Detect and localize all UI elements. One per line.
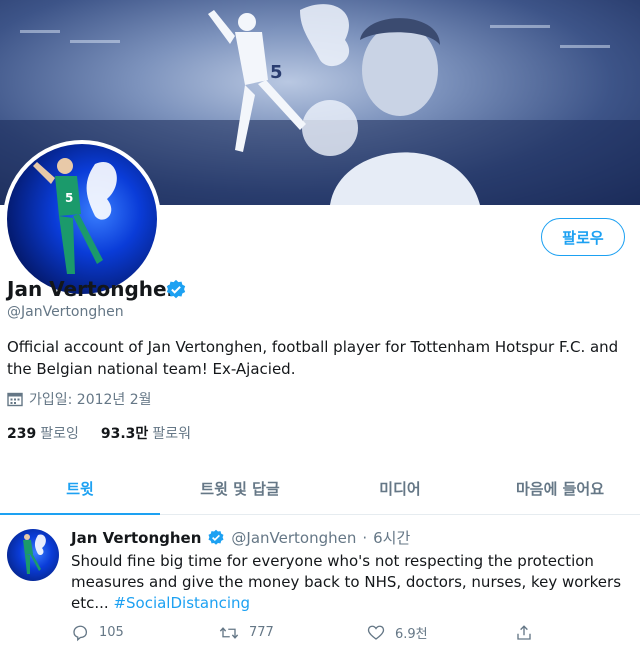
- followers-stat[interactable]: 93.3만 팔로워: [101, 423, 191, 443]
- tweet-header: Jan Vertonghen @JanVertonghen · 6시간: [71, 527, 410, 548]
- share-icon: [517, 624, 531, 640]
- followers-label: 팔로워: [152, 426, 191, 442]
- tab-tweets-and-replies[interactable]: 트윗 및 답글: [160, 462, 320, 514]
- tweet-item[interactable]: Jan Vertonghen @JanVertonghen · 6시간 Shou…: [0, 515, 640, 656]
- avatar-artwork: 5: [33, 158, 117, 274]
- reply-count: 105: [99, 625, 124, 640]
- tab-media[interactable]: 미디어: [320, 462, 480, 514]
- svg-text:5: 5: [270, 62, 283, 83]
- reply-icon: [73, 625, 88, 641]
- tweet-author-handle[interactable]: @JanVertonghen: [231, 529, 356, 547]
- retweet-icon: [219, 626, 239, 639]
- profile-bio: Official account of Jan Vertonghen, foot…: [7, 338, 619, 378]
- profile-handle: @JanVertonghen: [7, 304, 124, 320]
- joined-date: 가입일: 2012년 2월: [7, 389, 152, 409]
- following-count: 239: [7, 426, 37, 442]
- following-label: 팔로잉: [40, 426, 79, 442]
- tweet-hashtag[interactable]: #SocialDistancing: [113, 594, 250, 612]
- tab-likes[interactable]: 마음에 들어요: [480, 462, 640, 514]
- tweet-avatar[interactable]: [7, 529, 59, 581]
- retweet-button[interactable]: 777: [219, 623, 367, 642]
- retweet-count: 777: [249, 625, 274, 640]
- tweet-avatar-artwork: [23, 534, 46, 574]
- verified-badge-icon: [165, 279, 187, 305]
- follow-button[interactable]: 팔로우: [541, 218, 625, 256]
- share-button[interactable]: [515, 623, 640, 642]
- like-icon: [367, 625, 385, 640]
- following-stat[interactable]: 239 팔로잉: [7, 423, 79, 443]
- profile-tabs: 트윗 트윗 및 답글 미디어 마음에 들어요: [0, 462, 640, 515]
- profile-name: Jan Vertonghen: [7, 277, 181, 301]
- tab-tweets[interactable]: 트윗: [0, 462, 160, 515]
- tweet-text: Should fine big time for everyone who's …: [71, 551, 631, 614]
- joined-text: 가입일: 2012년 2월: [29, 392, 152, 408]
- verified-badge-icon: [208, 529, 224, 545]
- svg-text:5: 5: [65, 191, 73, 205]
- tweet-author-name[interactable]: Jan Vertonghen: [71, 529, 201, 547]
- reply-button[interactable]: 105: [71, 623, 219, 642]
- like-count: 6.9천: [395, 627, 428, 642]
- tweet-separator: ·: [362, 528, 368, 547]
- tweet-actions: 105 777 6.9천: [71, 623, 640, 642]
- profile-stats: 239 팔로잉 93.3만 팔로워: [7, 423, 191, 443]
- tweet-timestamp[interactable]: 6시간: [373, 527, 410, 548]
- followers-count: 93.3만: [100, 426, 149, 442]
- profile-avatar[interactable]: 5: [3, 140, 161, 298]
- calendar-icon: [7, 392, 23, 407]
- like-button[interactable]: 6.9천: [367, 623, 515, 642]
